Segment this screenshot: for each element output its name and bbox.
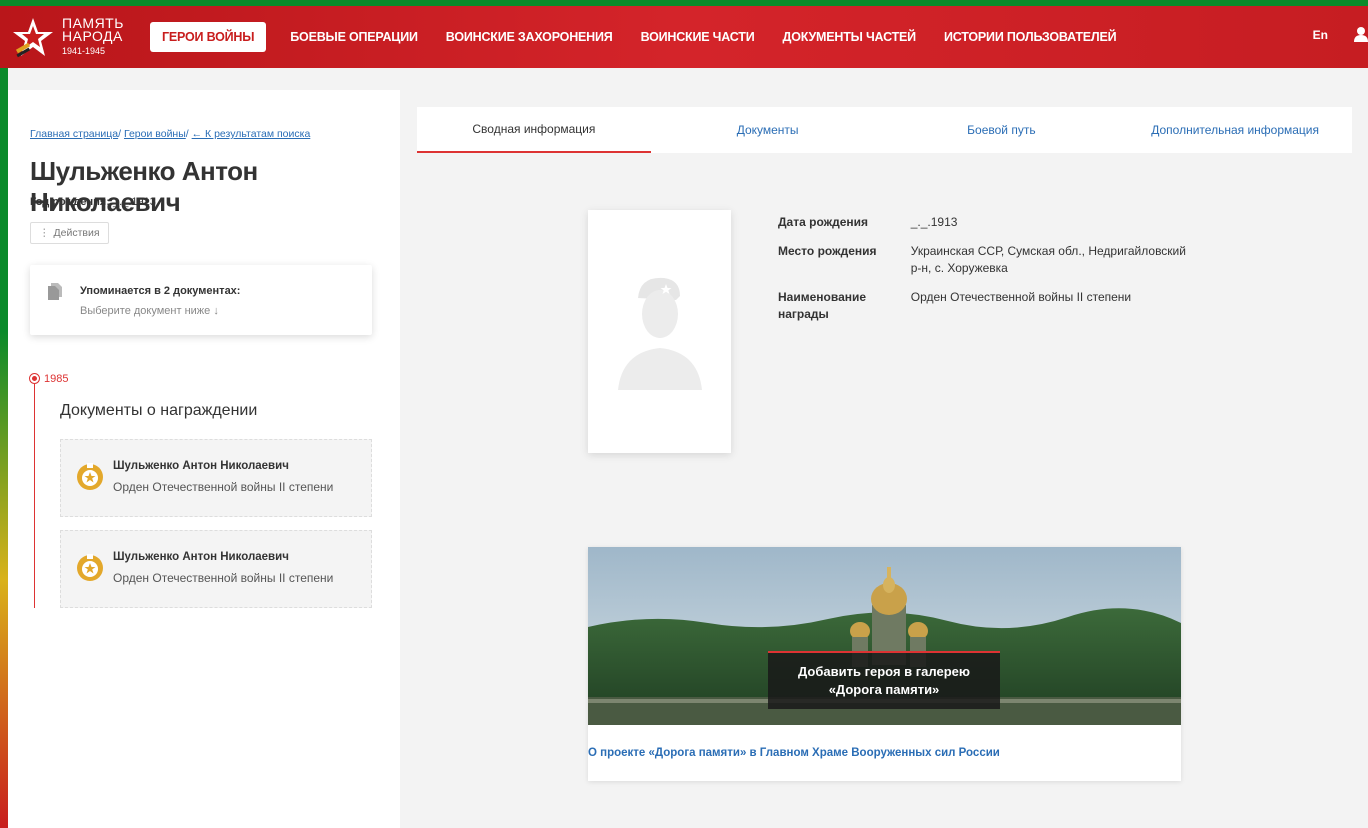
timeline-year: 1985 xyxy=(44,373,69,385)
page-title: Шульженко Антон Николаевич xyxy=(30,156,258,217)
star-logo-icon xyxy=(12,16,54,58)
tab-documents[interactable]: Документы xyxy=(651,107,885,153)
birth-year-label: Год рождения: xyxy=(30,196,110,208)
site-logo[interactable]: ПАМЯТЬ НАРОДА 1941-1945 xyxy=(12,16,132,58)
tab-summary[interactable]: Сводная информация xyxy=(417,107,651,153)
info-row-award: Наименование награды Орден Отечественной… xyxy=(778,290,1132,321)
birth-year-value: _._.1913 xyxy=(109,196,156,208)
tab-additional-info[interactable]: Дополнительная информация xyxy=(1118,107,1352,153)
tab-battle-path[interactable]: Боевой путь xyxy=(885,107,1119,153)
frame-left xyxy=(0,0,8,828)
main-nav: ГЕРОИ ВОЙНЫ БОЕВЫЕ ОПЕРАЦИИ ВОИНСКИЕ ЗАХ… xyxy=(150,22,1144,52)
timeline-dot xyxy=(30,374,39,383)
actions-button[interactable]: ⋮ Действия xyxy=(30,222,109,244)
award-document-card[interactable]: Шульженко Антон Николаевич Орден Отечест… xyxy=(60,439,372,517)
nav-heroes[interactable]: ГЕРОИ ВОЙНЫ xyxy=(150,22,267,52)
timeline-line xyxy=(34,380,35,608)
add-hero-gallery-button[interactable]: Добавить героя в галерею «Дорога памяти» xyxy=(768,651,1000,709)
info-row-birth-place: Место рождения Украинская ССР, Сумская о… xyxy=(778,244,1186,275)
nav-burials[interactable]: ВОИНСКИЕ ЗАХОРОНЕНИЯ xyxy=(446,30,613,44)
more-vertical-icon: ⋮ xyxy=(39,227,50,239)
language-switch[interactable]: En xyxy=(1313,28,1328,42)
promo-overlay-line2: «Дорога памяти» xyxy=(828,682,940,697)
award-docs-title: Документы о награждении xyxy=(60,402,258,419)
breadcrumb-back-to-results[interactable]: ← К результатам поиска xyxy=(192,128,311,140)
award-person-name: Шульженко Антон Николаевич xyxy=(113,460,289,472)
tabs: Сводная информация Документы Боевой путь… xyxy=(417,107,1352,153)
award-person-name: Шульженко Антон Николаевич xyxy=(113,551,289,563)
breadcrumb-home[interactable]: Главная страница xyxy=(30,128,118,140)
breadcrumb-heroes[interactable]: Герои войны xyxy=(124,128,186,140)
breadcrumb: Главная страница/ Герои войны/ ← К резул… xyxy=(30,128,311,140)
award-document-card[interactable]: Шульженко Антон Николаевич Орден Отечест… xyxy=(60,530,372,608)
nav-user-stories[interactable]: ИСТОРИИ ПОЛЬЗОВАТЕЛЕЙ xyxy=(944,30,1117,44)
left-panel: Главная страница/ Герои войны/ ← К резул… xyxy=(8,90,400,828)
logo-years: 1941-1945 xyxy=(62,45,106,56)
logo-line2: НАРОДА xyxy=(62,27,123,44)
promo-about-link[interactable]: О проекте «Дорога памяти» в Главном Храм… xyxy=(588,747,1000,759)
document-icon xyxy=(48,283,62,300)
hero-photo-placeholder xyxy=(588,210,731,453)
medal-icon xyxy=(75,462,105,492)
mentions-card: Упоминается в 2 документах: Выберите док… xyxy=(30,265,372,335)
nav-unit-docs[interactable]: ДОКУМЕНТЫ ЧАСТЕЙ xyxy=(783,30,917,44)
birth-year: Год рождения: _._.1913 xyxy=(30,196,156,208)
promo-card[interactable]: Добавить героя в галерею «Дорога памяти»… xyxy=(588,547,1181,781)
user-icon[interactable] xyxy=(1354,26,1368,42)
info-row-birth-date: Дата рождения _._.1913 xyxy=(778,215,958,229)
nav-units[interactable]: ВОИНСКИЕ ЧАСТИ xyxy=(641,30,755,44)
award-title: Орден Отечественной войны II степени xyxy=(113,480,334,494)
promo-overlay-line1: Добавить героя в галерею xyxy=(798,664,970,679)
award-title: Орден Отечественной войны II степени xyxy=(113,571,334,585)
hero-info: Дата рождения _._.1913 Место рождения Ук… xyxy=(778,214,1198,335)
medal-icon xyxy=(75,553,105,583)
actions-label: Действия xyxy=(53,227,100,239)
soldier-silhouette-icon xyxy=(618,277,702,390)
mentions-title: Упоминается в 2 документах: xyxy=(80,285,241,297)
nav-operations[interactable]: БОЕВЫЕ ОПЕРАЦИИ xyxy=(290,30,418,44)
mentions-subtitle: Выберите документ ниже ↓ xyxy=(80,305,219,317)
top-navbar: ПАМЯТЬ НАРОДА 1941-1945 ГЕРОИ ВОЙНЫ БОЕВ… xyxy=(0,6,1368,68)
